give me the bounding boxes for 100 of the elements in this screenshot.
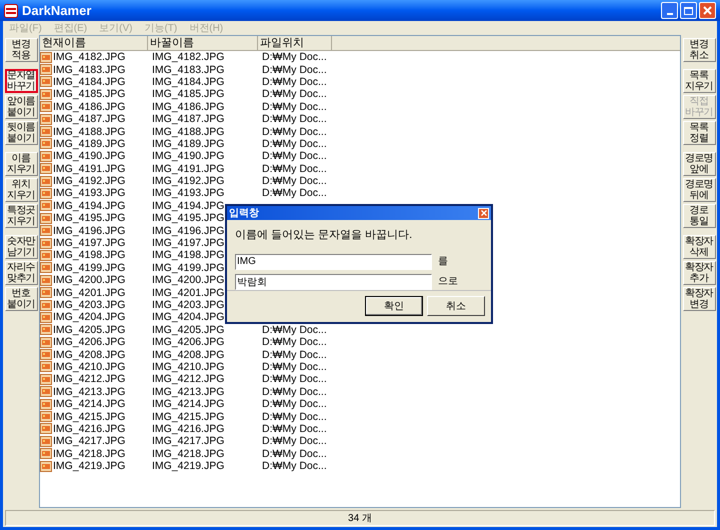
image-file-icon: [40, 423, 52, 434]
toolbar-button[interactable]: 앞이름 붙이기: [4, 95, 38, 119]
table-cell: IMG_4198.JPG: [152, 249, 224, 262]
table-cell: IMG_4200.JPG: [53, 274, 126, 286]
table-cell: D:₩My Doc...: [262, 162, 327, 175]
image-file-icon: [40, 312, 52, 323]
maximize-button[interactable]: [680, 2, 697, 19]
image-file-icon: [40, 349, 52, 360]
table-cell: IMG_4201.JPG: [152, 286, 224, 299]
close-icon: [480, 210, 486, 216]
dialog-title: 입력창: [229, 206, 259, 220]
toolbar-button[interactable]: 특정곳 지우기: [4, 204, 38, 228]
table-cell: IMG_4187.JPG: [152, 113, 224, 126]
table-cell: D:₩My Doc...: [262, 126, 327, 138]
toolbar-button[interactable]: 위치 지우기: [4, 178, 38, 202]
table-cell: IMG_4219.JPG: [152, 460, 224, 472]
image-file-icon: [40, 163, 52, 174]
table-cell: IMG_4216.JPG: [53, 422, 126, 435]
table-cell: IMG_4188.JPG: [53, 126, 126, 138]
table-cell: D:₩My Doc...: [262, 138, 327, 150]
image-file-icon: [40, 64, 52, 76]
table-cell: IMG_4184.JPG: [152, 76, 224, 88]
image-file-icon: [40, 448, 52, 460]
table-cell: IMG_4183.JPG: [53, 64, 126, 76]
toolbar-button[interactable]: 자리수 맞추기: [4, 261, 38, 285]
table-cell: D:₩My Doc...: [262, 336, 327, 348]
table-cell: IMG_4214.JPG: [152, 398, 224, 410]
table-cell: D:₩My Doc...: [262, 187, 327, 200]
table-cell: D:₩My Doc...: [262, 460, 327, 472]
table-cell: IMG_4199.JPG: [152, 262, 224, 274]
toolbar-button[interactable]: 확장자 추가: [682, 261, 716, 285]
image-file-icon: [40, 188, 52, 199]
table-cell: IMG_4194.JPG: [53, 200, 126, 212]
table-cell: D:₩My Doc...: [262, 88, 327, 100]
table-cell: IMG_4199.JPG: [53, 262, 126, 274]
table-cell: IMG_4182.JPG: [152, 51, 224, 64]
input-field[interactable]: 박람회: [235, 274, 432, 290]
table-cell: IMG_4217.JPG: [152, 435, 224, 448]
toolbar-button[interactable]: 변경 취소: [682, 38, 716, 62]
table-cell: D:₩My Doc...: [262, 410, 327, 423]
table-cell: D:₩My Doc...: [262, 348, 327, 361]
table-cell: IMG_4191.JPG: [53, 162, 126, 175]
image-file-icon: [40, 114, 52, 125]
table-cell: IMG_4218.JPG: [152, 448, 224, 460]
table-cell: IMG_4195.JPG: [53, 212, 126, 224]
close-button[interactable]: [699, 2, 716, 19]
toolbar-button[interactable]: 확장자 삭제: [682, 235, 716, 259]
toolbar-button[interactable]: 목록 지우기: [682, 69, 716, 93]
table-cell: IMG_4183.JPG: [152, 64, 224, 76]
table-cell: IMG_4217.JPG: [53, 435, 126, 448]
table-cell: IMG_4213.JPG: [53, 386, 126, 398]
minimize-button[interactable]: [661, 2, 678, 19]
image-file-icon: [40, 336, 52, 348]
image-file-icon: [40, 138, 52, 150]
table-cell: IMG_4210.JPG: [53, 360, 126, 373]
toolbar-button[interactable]: 이름 지우기: [4, 152, 38, 176]
image-file-icon: [40, 287, 52, 298]
table-cell: IMG_4204.JPG: [53, 311, 126, 324]
image-file-icon: [40, 150, 52, 162]
table-cell: IMG_4193.JPG: [152, 187, 224, 200]
table-cell: D:₩My Doc...: [262, 360, 327, 373]
dialog-button[interactable]: 취소: [427, 296, 485, 316]
table-cell: IMG_4190.JPG: [53, 150, 126, 162]
table-cell: D:₩My Doc...: [262, 324, 327, 336]
image-file-icon: [40, 238, 52, 249]
toolbar-button[interactable]: 경로명 앞에: [682, 152, 716, 176]
image-file-icon: [40, 88, 52, 100]
dialog-button[interactable]: 확인: [365, 296, 423, 316]
toolbar-button[interactable]: 문자열 바꾸기: [4, 69, 38, 93]
table-cell: D:₩My Doc...: [262, 113, 327, 126]
table-cell: IMG_4192.JPG: [53, 175, 126, 188]
image-file-icon: [40, 176, 52, 187]
toolbar-button[interactable]: 확장자 변경: [682, 287, 716, 311]
column-header[interactable]: 바꿀이름: [148, 36, 258, 51]
toolbar-button[interactable]: 뒷이름 붙이기: [4, 121, 38, 145]
toolbar-button[interactable]: 경로명 뒤에: [682, 178, 716, 202]
close-button[interactable]: [478, 208, 489, 218]
table-cell: IMG_4214.JPG: [53, 398, 126, 410]
toolbar-button[interactable]: 경로 통일: [682, 204, 716, 228]
input-field[interactable]: IMG: [235, 254, 432, 270]
table-cell: IMG_4200.JPG: [152, 274, 224, 286]
table-cell: D:₩My Doc...: [262, 448, 327, 460]
column-header[interactable]: 현재이름: [40, 36, 148, 51]
table-cell: D:₩My Doc...: [262, 422, 327, 435]
table-cell: IMG_4216.JPG: [152, 422, 224, 435]
toolbar-button[interactable]: 숫자만 남기기: [4, 235, 38, 259]
table-cell: IMG_4195.JPG: [152, 212, 224, 224]
table-cell: D:₩My Doc...: [262, 386, 327, 398]
toolbar-button[interactable]: 변경 적용: [4, 38, 38, 62]
table-cell: IMG_4201.JPG: [53, 286, 126, 299]
toolbar-button[interactable]: 번호 붙이기: [4, 287, 38, 311]
column-header[interactable]: 파일위치: [258, 36, 332, 51]
table-cell: IMG_4210.JPG: [152, 360, 224, 373]
toolbar-button[interactable]: 목록 정렬: [682, 121, 716, 145]
table-cell: IMG_4208.JPG: [152, 348, 224, 361]
table-cell: IMG_4197.JPG: [152, 237, 224, 250]
image-file-icon: [40, 262, 52, 274]
table-cell: D:₩My Doc...: [262, 150, 327, 162]
image-file-icon: [40, 386, 52, 398]
table-cell: IMG_4188.JPG: [152, 126, 224, 138]
